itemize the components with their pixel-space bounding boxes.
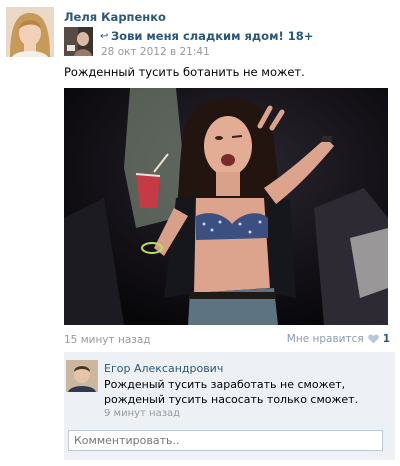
author-name-link[interactable]: Леля Карпенко <box>64 10 166 24</box>
post-photo[interactable] <box>64 88 388 325</box>
comment-author-avatar[interactable] <box>66 360 98 392</box>
like-label: Мне нравится <box>286 333 364 345</box>
heart-icon <box>367 334 379 344</box>
comments-block: Егор Александрович Рожденый тусить зараб… <box>64 352 395 460</box>
wall-post: Леля Карпенко ↩ Зови меня сладким ядом! … <box>0 0 400 466</box>
comment-input[interactable] <box>68 430 383 451</box>
repost-group-link[interactable]: Зови меня сладким ядом! 18+ <box>111 29 313 43</box>
post-time-link[interactable]: 15 минут назад <box>64 334 151 346</box>
like-count: 1 <box>382 333 390 345</box>
post-text: Рожденный тусить ботанить не может. <box>64 65 305 79</box>
like-button[interactable]: Мне нравится 1 <box>287 333 390 345</box>
repost-arrow-icon: ↩ <box>100 31 109 42</box>
comment-text: Рожденый тусить заработать не сможет, ро… <box>104 378 359 406</box>
comment-author-link[interactable]: Егор Александрович <box>104 362 223 375</box>
repost-date-link[interactable]: 28 окт 2012 в 21:41 <box>101 46 210 58</box>
comment-time-link[interactable]: 9 минут назад <box>104 408 180 419</box>
group-thumbnail[interactable] <box>64 27 93 56</box>
author-avatar[interactable] <box>6 7 54 57</box>
